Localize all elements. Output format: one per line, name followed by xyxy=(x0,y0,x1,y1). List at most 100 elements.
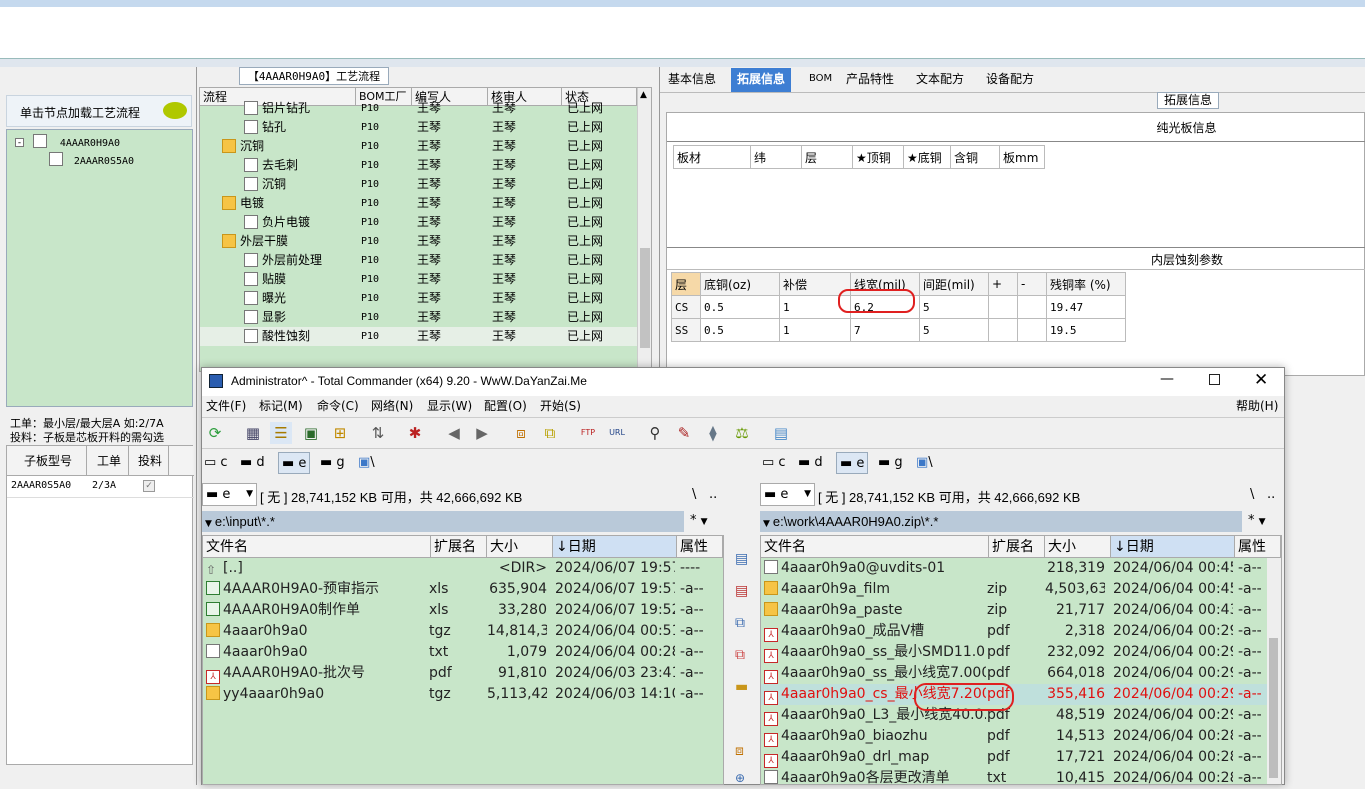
process-row[interactable]: 曝光 P10 王琴 王琴 已上网 xyxy=(200,289,637,308)
file-row[interactable]: ⅄ 4aaar0h9a0_成品V槽 pdf 2,318 2024/06/04 00:29… xyxy=(761,621,1267,642)
col-ext[interactable]: 扩展名 xyxy=(431,536,487,557)
pack-icon[interactable]: ⧈ xyxy=(735,743,744,759)
brief-view-icon[interactable]: ▦ xyxy=(242,422,264,444)
col-order[interactable]: 工单 xyxy=(87,446,129,475)
menu-mark[interactable]: 标记(M) xyxy=(259,399,303,413)
right-scrollbar[interactable] xyxy=(1267,558,1281,784)
file-row[interactable]: ⅄ 4aaar0h9a0_ss_最小SMD11.02 pdf 232,092 2024/… xyxy=(761,642,1267,663)
file-row[interactable]: 4aaar0h9a0 tgz 14,814,321 2024/06/04 00:51-… xyxy=(203,621,723,642)
etch-cell[interactable]: 0.5 xyxy=(700,318,780,342)
compare-icon[interactable]: ⚖ xyxy=(731,422,753,444)
drive-d-button[interactable]: ▬ d xyxy=(240,455,265,470)
etch-cell[interactable]: 7 xyxy=(850,318,920,342)
process-row[interactable]: 负片电镀 P10 王琴 王琴 已上网 xyxy=(200,213,637,232)
col-ext[interactable]: 扩展名 xyxy=(989,536,1045,557)
file-row[interactable]: ⅄ 4aaar0h9a0_ss_最小线宽7.000 pdf 664,018 2024/0… xyxy=(761,663,1267,684)
etch-cell[interactable] xyxy=(988,318,1018,342)
etch-cell[interactable] xyxy=(1017,295,1047,319)
menu-start[interactable]: 开始(S) xyxy=(540,399,581,413)
sync-dirs-icon[interactable]: ⧫ xyxy=(702,422,724,444)
menu-config[interactable]: 配置(O) xyxy=(484,399,527,413)
add-icon[interactable]: ⊕ xyxy=(735,771,745,785)
drive-e-button[interactable]: ▬ e xyxy=(836,452,869,474)
file-row[interactable]: ⅄ 4AAAR0H9A0-批次号 pdf 91,810 2024/06/03 23:41… xyxy=(203,663,723,684)
view-icon[interactable]: ▤ xyxy=(735,551,748,567)
multi-rename-icon[interactable]: ✎ xyxy=(673,422,695,444)
drive-net-button[interactable]: ▣\ xyxy=(358,455,375,470)
menu-help[interactable]: 帮助(H) xyxy=(1236,399,1278,413)
etch-cell[interactable]: 19.47 xyxy=(1046,295,1126,319)
left-drive-combo[interactable]: ▬ e ▼ xyxy=(202,483,257,506)
file-row[interactable]: 4aaar0h9a_paste zip 21,717 2024/06/04 00:43… xyxy=(761,600,1267,621)
col-size[interactable]: 大小 xyxy=(487,536,553,557)
left-up-button[interactable]: .. xyxy=(709,487,717,502)
etch-cell[interactable]: 5 xyxy=(919,318,989,342)
col-attr[interactable]: 属性 xyxy=(1235,536,1281,557)
new-folder-icon[interactable]: ▬ xyxy=(735,679,748,695)
col-size[interactable]: 大小 xyxy=(1045,536,1111,557)
maximize-icon[interactable] xyxy=(1209,374,1220,385)
load-process-button[interactable]: 单击节点加载工艺流程 xyxy=(6,95,192,127)
tab-device-recipe[interactable]: 设备配方 xyxy=(980,68,1040,92)
right-drive-combo[interactable]: ▬ e ▼ xyxy=(760,483,815,506)
col-model[interactable]: 子板型号 xyxy=(7,446,87,475)
tab-ext-info[interactable]: 拓展信息 xyxy=(731,68,792,92)
search-icon[interactable]: ⚲ xyxy=(644,422,666,444)
etch-cell[interactable]: 19.5 xyxy=(1046,318,1126,342)
tree-view-icon[interactable]: ⊞ xyxy=(329,422,351,444)
ftp-icon[interactable]: FTP xyxy=(577,422,599,444)
table-row[interactable]: 2AAAR0S5A0 2/3A ✓ xyxy=(7,476,194,498)
file-row[interactable]: 4aaar0h9a0各层更改清单 txt 10,415 2024/06/04 00:2… xyxy=(761,768,1267,789)
refresh-icon[interactable]: ⟳ xyxy=(204,422,226,444)
menu-command[interactable]: 命令(C) xyxy=(317,399,359,413)
thumbnail-icon[interactable]: ▣ xyxy=(300,422,322,444)
table-row[interactable]: SS 0.5 1 7 5 19.5 xyxy=(671,318,1126,342)
menu-file[interactable]: 文件(F) xyxy=(206,399,246,413)
file-row[interactable]: 4AAAR0H9A0-预审指示 xls 635,904 2024/06/07 19:5… xyxy=(203,579,723,600)
tab-bom[interactable]: BOM xyxy=(803,68,838,92)
left-filter[interactable]: * ▼ xyxy=(690,513,708,528)
tree-node-root[interactable]: 4AAAR0H9A0 xyxy=(33,134,120,149)
drive-g-button[interactable]: ▬ g xyxy=(320,455,345,470)
pack-icon[interactable]: ⧈ xyxy=(510,422,532,444)
col-filename[interactable]: 文件名 xyxy=(761,536,989,557)
menu-network[interactable]: 网络(N) xyxy=(371,399,413,413)
process-row[interactable]: 贴膜 P10 王琴 王琴 已上网 xyxy=(200,270,637,289)
tree-expander-icon[interactable]: - xyxy=(15,138,24,148)
menu-view[interactable]: 显示(W) xyxy=(427,399,472,413)
left-path-bar[interactable]: ▼ e:\input\*.* xyxy=(202,511,684,532)
etch-cell[interactable]: 1 xyxy=(779,318,851,342)
drive-e-button[interactable]: ▬ e xyxy=(278,452,311,474)
copy-icon[interactable]: ⧉ xyxy=(735,615,745,631)
right-path-bar[interactable]: ▼ e:\work\4AAAR0H9A0.zip\*.* xyxy=(760,511,1242,532)
right-root-button[interactable]: \ xyxy=(1250,487,1254,502)
etch-cell[interactable]: 5 xyxy=(919,295,989,319)
scroll-thumb[interactable] xyxy=(640,248,650,348)
process-scrollbar[interactable]: ▲ xyxy=(637,88,651,371)
move-icon[interactable]: ⧉ xyxy=(735,647,745,663)
tab-text-recipe[interactable]: 文本配方 xyxy=(910,68,970,92)
unpack-icon[interactable]: ⧉ xyxy=(539,422,561,444)
scroll-thumb[interactable] xyxy=(1269,638,1278,778)
drive-d-button[interactable]: ▬ d xyxy=(798,455,823,470)
etch-cell[interactable]: SS xyxy=(671,318,701,342)
right-filter[interactable]: * ▼ xyxy=(1248,513,1266,528)
notepad-icon[interactable]: ▤ xyxy=(770,422,792,444)
drive-c-button[interactable]: ▭ c xyxy=(204,455,228,470)
col-date[interactable]: ↓日期 xyxy=(1111,536,1235,557)
tc-title-bar[interactable]: Administrator^ - Total Commander (x64) 9… xyxy=(202,368,1284,396)
process-row[interactable]: 钻孔 P10 王琴 王琴 已上网 xyxy=(200,118,637,137)
file-row[interactable]: ⇧ [..] <DIR> 2024/06/07 19:57 ---- xyxy=(203,558,723,579)
process-row[interactable]: 沉铜 P10 王琴 王琴 已上网 xyxy=(200,137,637,156)
right-up-button[interactable]: .. xyxy=(1267,487,1275,502)
file-row[interactable]: yy4aaar0h9a0 tgz 5,113,422 2024/06/03 14:10… xyxy=(203,684,723,705)
full-view-icon[interactable]: ☰ xyxy=(270,422,292,444)
col-feed[interactable]: 投料 xyxy=(129,446,169,475)
etch-cell[interactable] xyxy=(988,295,1018,319)
close-icon[interactable]: ✕ xyxy=(1254,370,1268,390)
left-root-button[interactable]: \ xyxy=(692,487,696,502)
process-row[interactable]: 去毛刺 P10 王琴 王琴 已上网 xyxy=(200,156,637,175)
forward-icon[interactable]: ▶ xyxy=(471,422,493,444)
process-row[interactable]: 铝片钻孔 P10 王琴 王琴 已上网 xyxy=(200,99,637,118)
file-row[interactable]: ⅄ 4aaar0h9a0_L3_最小线宽40.0... pdf 48,519 2024/… xyxy=(761,705,1267,726)
